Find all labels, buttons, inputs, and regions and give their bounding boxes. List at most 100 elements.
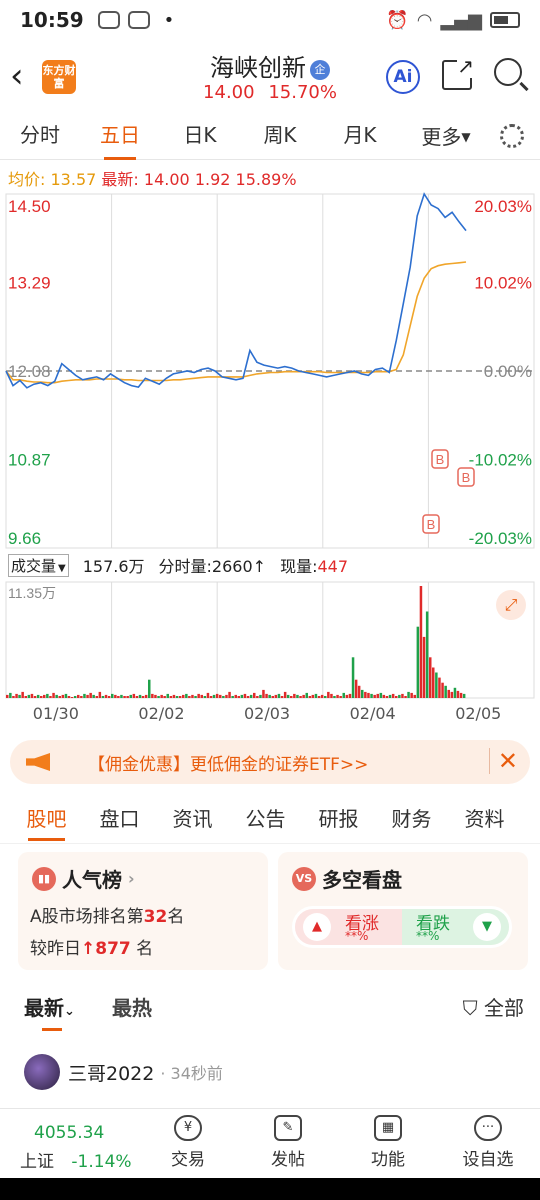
tab-pankou[interactable]: 盘口 [83,796,156,843]
filter-button[interactable]: ⛉ 全部 [463,992,524,1021]
volume-bar [222,696,225,698]
volume-bar [188,696,191,698]
current-volume: 现量:447 [280,553,348,577]
tab-guba[interactable]: 股吧 [10,796,83,843]
index-ticker[interactable]: 4055.34 上证 -1.14% [20,1123,132,1172]
nav-post[interactable]: ✎ 发帖 [248,1115,328,1170]
tab-intraday[interactable]: 分时 [0,112,80,160]
bottom-nav: 4055.34 上证 -1.14% ¥ 交易 ✎ 发帖 ▦ 功能 ··· 设自选 [0,1108,540,1178]
avg-value: 13.57 [50,170,97,189]
volume-bar [265,693,268,698]
vs-icon: VS [292,866,316,891]
tab-daily-k[interactable]: 日K [160,112,240,160]
tab-finance[interactable]: 财务 [375,796,448,843]
volume-bar [413,694,416,698]
tab-profile[interactable]: 资料 [448,796,521,843]
volume-bar [27,694,31,698]
volume-bar [419,586,423,698]
volume-bar [231,696,234,698]
volume-bar [12,696,15,698]
search-icon[interactable] [494,58,522,86]
price-summary: 均价: 13.57 最新: 14.00 1.92 15.89% [8,166,297,190]
caret-down-icon: ▼ [58,562,66,574]
megaphone-icon [26,753,50,771]
nav-functions[interactable]: ▦ 功能 [348,1115,428,1170]
volume-indicator-select[interactable]: 成交量 ▼ [8,553,69,577]
volume-bar [64,693,68,698]
tab-more-label: 更多 [421,125,462,149]
volume-bar [237,696,240,698]
tab-more[interactable]: 更多▼ [400,121,492,150]
close-icon[interactable]: ✕ [488,748,518,774]
volume-bar [21,691,24,698]
nav-watchlist[interactable]: ··· 设自选 [448,1115,528,1170]
volume-bar [373,694,376,698]
volume-bar [271,696,274,698]
tab-latest[interactable]: 最新⌄ [24,992,75,1031]
volume-bar [348,693,352,698]
price-chart[interactable]: 14.50 20.03% 13.29 10.02% 12.08 0.00% 10.87 -10… [0,192,540,552]
avatar[interactable] [24,1054,60,1090]
buy-marker-label: B [427,517,436,532]
volume-bar [92,694,95,698]
volume-bar [52,692,55,698]
volume-bar [40,696,43,698]
volume-bar [135,696,139,698]
x-tick-label: 02/02 [138,704,185,723]
tab-monthly-k[interactable]: 月K [320,112,400,160]
tab-announcements[interactable]: 公告 [229,796,302,843]
tab-hot[interactable]: 最热 [112,992,152,1021]
rank-suffix: 名 [167,907,185,927]
index-change: -1.14% [71,1152,132,1172]
sentiment-title: VS 多空看盘 [292,864,402,893]
volume-bar [203,696,207,698]
ai-button[interactable]: Ai [386,60,420,94]
chevron-down-icon: ⌄ [64,1004,75,1019]
tab-research[interactable]: 研报 [302,796,375,843]
tab-news[interactable]: 资讯 [156,796,229,843]
x-tick-label: 01/30 [32,704,79,723]
volume-bar [89,692,92,698]
volume-bar [410,692,413,698]
tab-weekly-k[interactable]: 周K [240,112,320,160]
volume-bar [15,693,18,698]
index-value: 4055.34 [34,1123,105,1143]
share-icon[interactable] [442,54,474,90]
volume-bar [49,696,52,698]
volume-max-label: 11.35万 [8,585,56,601]
signal-icon: ▂▄▆ [440,9,482,31]
volume-bar [339,696,342,698]
vote-down-button[interactable]: 看跌 **% ▼ [402,909,509,945]
vote-up-button[interactable]: ▲ 看涨 **% [295,909,402,945]
post-item[interactable]: 三哥2022 · 34秒前 [24,1054,223,1090]
post-time: · 34秒前 [160,1064,223,1083]
status-bar: 10:59 • ⏰ ◠ ▂▄▆ [0,0,540,40]
volume-bar [163,696,166,698]
volume-bar [379,692,383,698]
volume-bar [228,691,231,698]
volume-total: 157.6万 [82,557,145,576]
volume-select-label: 成交量 [11,556,57,575]
promo-banner[interactable]: 【佣金优惠】更低佣金的证券ETF>> ✕ [10,740,530,784]
gear-icon[interactable] [500,124,524,148]
volume-bar [435,672,438,698]
volume-bar [351,657,355,698]
volume-bar [385,696,389,698]
nav-trade[interactable]: ¥ 交易 [148,1115,228,1170]
y-tick-label: 13.29 [8,274,51,293]
volume-bar [169,696,173,698]
post-username[interactable]: 三哥2022 [68,1059,154,1086]
popularity-card[interactable]: ▮▮ 人气榜 › A股市场排名第32名 较昨日↑877 名 [18,852,268,970]
volume-bar [342,692,345,698]
volume-bar [438,677,441,698]
volume-bar [138,694,142,698]
volume-bar [129,694,132,698]
volume-bar [148,679,151,698]
expand-icon[interactable]: ⤢ [496,590,526,620]
current-volume-value: 447 [317,557,349,576]
tab-five-day[interactable]: 五日 [80,112,160,160]
volume-bar [212,694,216,698]
tab-latest-label: 最新 [24,996,64,1020]
volume-chart[interactable]: 11.35万 [0,578,540,700]
content-tabs: 股吧 盘口 资讯 公告 研报 财务 资料 [0,796,540,844]
